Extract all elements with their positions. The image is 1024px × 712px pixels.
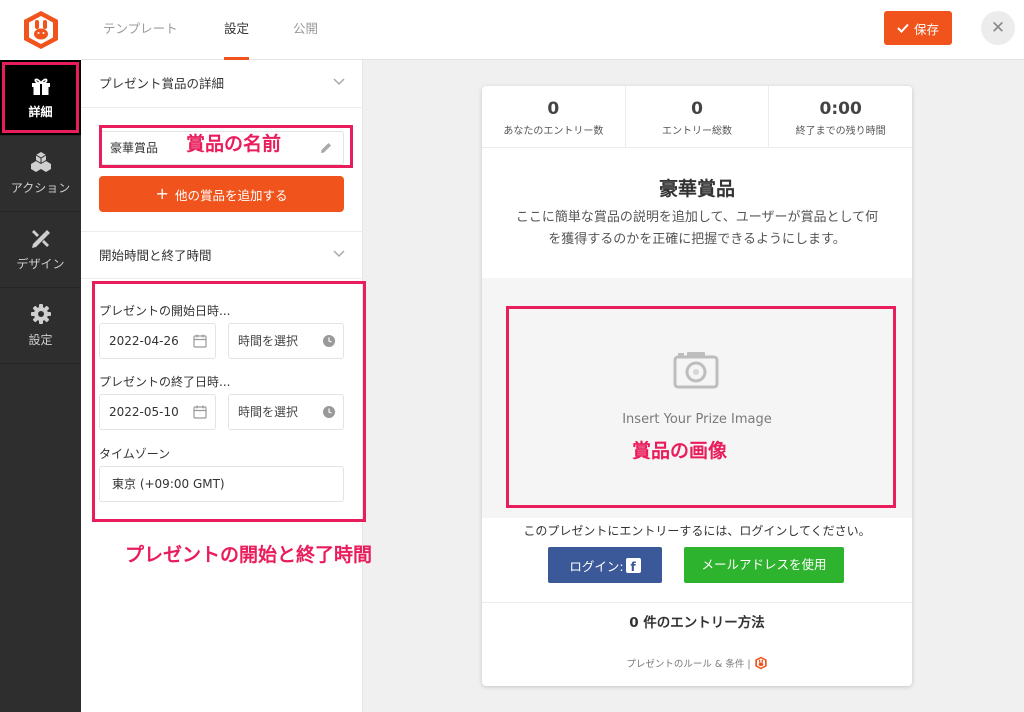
tab-template[interactable]: テンプレート (103, 0, 178, 60)
top-bar: テンプレート 設定 公開 保存 ✕ (81, 0, 1024, 60)
sidebar-item-details[interactable]: 詳細 (0, 60, 81, 136)
prize-image-annotation: 賞品の画像 (632, 440, 728, 462)
save-label: 保存 (913, 21, 939, 37)
stat-value: 0 (547, 99, 560, 119)
stats-bar: 0 あなたのエントリー数 0 エントリー総数 0:00 終了までの残り時間 (482, 86, 912, 148)
time-annotation-box (92, 281, 366, 522)
prize-title: 豪華賞品 (658, 178, 735, 200)
footer: プレゼントのルール & 条件 | (482, 656, 912, 670)
stat-value: 0:00 (819, 99, 862, 119)
add-prize-button[interactable]: + 他の賞品を追加する (99, 176, 344, 212)
stat-label: あなたのエントリー数 (503, 126, 604, 137)
prize-description: ここに簡単な賞品の説明を追加して、ユーザーが賞品として何を獲得するのかを正確に把… (515, 210, 879, 247)
facebook-icon: f (625, 557, 641, 573)
prize-details-section-header[interactable]: プレゼント賞品の詳細 (81, 60, 363, 108)
chevron-down-icon (333, 78, 345, 86)
rabbit-logo-icon (23, 11, 58, 49)
tab-publish[interactable]: 公開 (293, 0, 318, 60)
entry-methods-title: 0 件のエントリー方法 (482, 602, 912, 654)
prize-image-annotation-box (506, 306, 896, 508)
gear-icon (30, 303, 52, 325)
design-tools-icon (30, 227, 52, 249)
stat-time-remaining: 0:00 終了までの残り時間 (769, 86, 912, 147)
sidebar-item-design[interactable]: デザイン (0, 212, 81, 288)
prize-name-annotation: 賞品の名前 (186, 133, 282, 155)
sidebar-item-actions[interactable]: アクション (0, 136, 81, 212)
app-logo[interactable] (0, 0, 81, 60)
sidebar-item-label: 詳細 (28, 105, 53, 119)
stat-value: 0 (691, 99, 703, 119)
sidebar-item-label: 設定 (28, 333, 53, 347)
time-annotation: プレゼントの開始と終了時間 (125, 544, 373, 566)
stat-label: 終了までの残り時間 (795, 126, 886, 137)
email-login-button[interactable]: メールアドレスを使用 (684, 547, 844, 583)
cubes-icon (30, 151, 52, 173)
tab-settings[interactable]: 設定 (224, 0, 250, 60)
stat-your-entries: 0 あなたのエントリー数 (482, 86, 626, 147)
gift-icon (30, 75, 52, 97)
rules-link[interactable]: プレゼントのルール & 条件 | (626, 656, 750, 670)
left-nav: 詳細 アクション デザイン 設定 (0, 0, 81, 712)
sidebar-item-label: デザイン (16, 257, 65, 271)
section-title: 開始時間と終了時間 (99, 248, 212, 263)
fb-login-label: ログイン: (569, 558, 624, 574)
sidebar-item-label: アクション (10, 181, 71, 195)
login-prompt: このプレゼントにエントリーするには、ログインしてください。 (523, 524, 871, 538)
close-button[interactable]: ✕ (981, 11, 1015, 45)
section-title: プレゼント賞品の詳細 (99, 76, 225, 91)
stat-label: エントリー総数 (662, 126, 732, 137)
close-icon: ✕ (990, 18, 1006, 38)
chevron-down-icon (333, 250, 345, 258)
sidebar-item-settings[interactable]: 設定 (0, 288, 81, 364)
add-prize-label: 他の賞品を追加する (174, 187, 288, 203)
time-section-header[interactable]: 開始時間と終了時間 (81, 231, 363, 279)
stat-total-entries: 0 エントリー総数 (626, 86, 770, 147)
plus-icon: + (155, 184, 169, 203)
rabbit-logo-icon (754, 656, 767, 670)
check-icon (897, 23, 909, 33)
facebook-login-button[interactable]: ログイン: f (548, 547, 662, 583)
save-button[interactable]: 保存 (884, 11, 952, 45)
